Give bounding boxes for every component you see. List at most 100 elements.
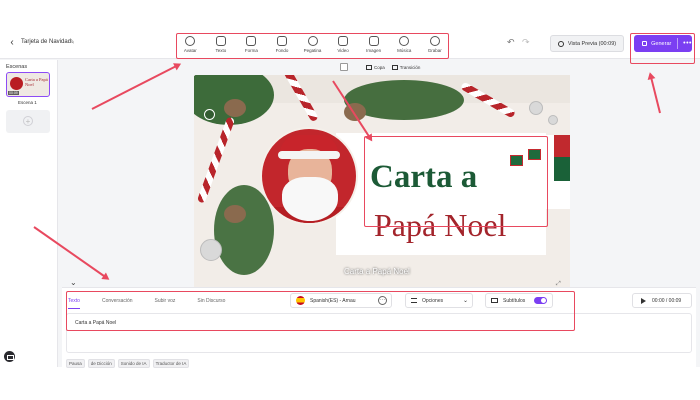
gift-icon (510, 155, 523, 166)
more-options-icon[interactable]: ••• (683, 40, 692, 47)
script-editor: Texto Conversación Subir voz Sin Discurs… (62, 287, 696, 368)
tool-shape[interactable]: Forma (236, 31, 267, 57)
tool-label: Texto (215, 47, 227, 53)
divider (677, 38, 679, 49)
pinecone (224, 205, 246, 223)
scene-thumbnail[interactable]: Carta a Papá Noel 00:09 (6, 72, 50, 97)
record-icon (429, 35, 440, 46)
subtitles-control: Subtítulos (485, 293, 553, 308)
tab-texto[interactable]: Texto (68, 298, 80, 304)
select-checkbox[interactable] (340, 63, 348, 71)
tool-image[interactable]: Imagen (358, 31, 389, 57)
shape-icon (246, 35, 257, 46)
ai-sound-chip[interactable]: Sonido de IA (117, 359, 150, 368)
tool-avatar[interactable]: Avatar (175, 31, 206, 57)
santa-beard (282, 177, 338, 221)
voice-label: Spanish(ES) - Arnau (310, 297, 356, 304)
project-title[interactable]: Tarjeta de Navidad (21, 39, 71, 45)
thumb-santa-circle (10, 77, 23, 90)
back-arrow-icon[interactable]: ‹ (6, 37, 18, 49)
transition-label: Transición (399, 64, 421, 70)
collapse-chevron-icon[interactable]: ⌄ (70, 278, 77, 287)
canvas-title-line-1[interactable]: Carta a (370, 159, 477, 196)
diction-chip[interactable]: de Dicción (87, 359, 115, 368)
tool-label: Video (337, 47, 349, 53)
gift-icon (528, 149, 541, 160)
pinecone (224, 99, 246, 117)
options-dropdown[interactable]: Opciones ⌄ (405, 293, 473, 308)
thumb-title: Carta a Papá Noel (25, 77, 48, 87)
scene-name[interactable]: Escena 1 (18, 100, 37, 105)
play-icon[interactable] (641, 297, 646, 304)
copy-icon (366, 64, 372, 70)
tool-music[interactable]: Música (389, 31, 420, 57)
copy-label: Copa (374, 64, 385, 70)
editor-tabs: Texto Conversación Subir voz Sin Discurs… (68, 298, 247, 304)
transition-icon (391, 64, 398, 70)
tool-label: Fondo (275, 47, 289, 53)
transition-button[interactable]: Transición (391, 64, 421, 70)
ai-translator-chip[interactable]: Traductor de IA (152, 359, 190, 368)
pause-chip[interactable]: Pausa (66, 359, 85, 368)
video-icon (338, 35, 349, 46)
scenes-panel: Escenas Carta a Papá Noel 00:09 Escena 1… (0, 60, 58, 367)
mail-icon[interactable] (4, 351, 15, 362)
tool-sticker[interactable]: Pegatina (297, 31, 328, 57)
background-icon (276, 35, 287, 46)
tab-conversacion[interactable]: Conversación (102, 298, 133, 304)
tool-label: Pegatina (303, 47, 322, 53)
subtitles-label: Subtítulos (503, 297, 526, 304)
tool-background[interactable]: Fondo (267, 31, 298, 57)
canvas-subtitle: Carta a Papá Noel (344, 267, 410, 276)
more-icon[interactable]: ··· (378, 296, 387, 305)
preview-label: Vista Previa (00:09) (567, 40, 617, 47)
spain-flag-icon (296, 296, 305, 305)
canvas-toolbar: Copa Transición (340, 61, 427, 73)
text-icon (215, 35, 226, 46)
santa-hat-band (278, 151, 340, 159)
tab-subir-voz[interactable]: Subir voz (155, 298, 176, 304)
tool-text[interactable]: Texto (206, 31, 237, 57)
subtitles-toggle[interactable] (534, 297, 547, 304)
tool-record[interactable]: Grabar (420, 31, 451, 57)
undo-icon[interactable]: ↶ (507, 37, 515, 48)
plus-icon: + (23, 116, 33, 126)
sliders-icon (411, 298, 417, 303)
tool-label: Imagen (366, 47, 382, 53)
avatar-icon (185, 35, 196, 46)
ornament (529, 101, 543, 115)
generate-icon (642, 41, 648, 46)
canvas-title-line-2[interactable]: Papá Noel (374, 207, 506, 244)
tool-video[interactable]: Video (328, 31, 359, 57)
script-input[interactable]: Carta a Papá Noel (66, 313, 692, 353)
edit-pencil-icon[interactable]: ✎ (69, 38, 75, 46)
ornament (548, 115, 558, 125)
tool-label: Forma (244, 47, 258, 53)
generate-button[interactable]: Generar ••• (634, 35, 692, 52)
scenes-heading: Escenas (6, 64, 28, 70)
scene-duration: 00:09 (8, 91, 19, 95)
tab-sin-discurso[interactable]: Sin Discurso (197, 298, 225, 304)
preview-button[interactable]: Vista Previa (00:09) (550, 35, 624, 52)
element-toolbar: Avatar Texto Forma Fondo Pegatina Video … (175, 31, 450, 57)
options-label: Opciones (422, 297, 444, 304)
playback-time: 00:00 / 00:09 (652, 297, 682, 304)
editor-app: ‹ Tarjeta de Navidad ✎ Avatar Texto Form… (0, 27, 700, 368)
playback-control[interactable]: 00:00 / 00:09 (632, 293, 692, 308)
redo-icon[interactable]: ↷ (522, 37, 530, 48)
active-tab-indicator (68, 308, 80, 309)
ornament (200, 239, 222, 261)
screenshot-stage: ‹ Tarjeta de Navidad ✎ Avatar Texto Form… (0, 0, 700, 400)
script-tools: Pausa de Dicción Sonido de IA Traductor … (66, 359, 192, 368)
tool-label: Grabar (427, 47, 442, 53)
copy-button[interactable]: Copa (366, 64, 385, 70)
santa-avatar[interactable] (260, 127, 358, 225)
add-scene-button[interactable]: + (6, 110, 50, 133)
subtitles-icon (491, 298, 498, 303)
script-text[interactable]: Carta a Papá Noel (75, 320, 116, 326)
sticker-icon (307, 35, 318, 46)
tool-label: Avatar (183, 47, 197, 53)
voice-selector[interactable]: Spanish(ES) - Arnau ··· (290, 293, 392, 308)
music-icon (399, 35, 410, 46)
scene-canvas[interactable]: Carta a Papá Noel Carta a Papá Noel (194, 75, 570, 287)
